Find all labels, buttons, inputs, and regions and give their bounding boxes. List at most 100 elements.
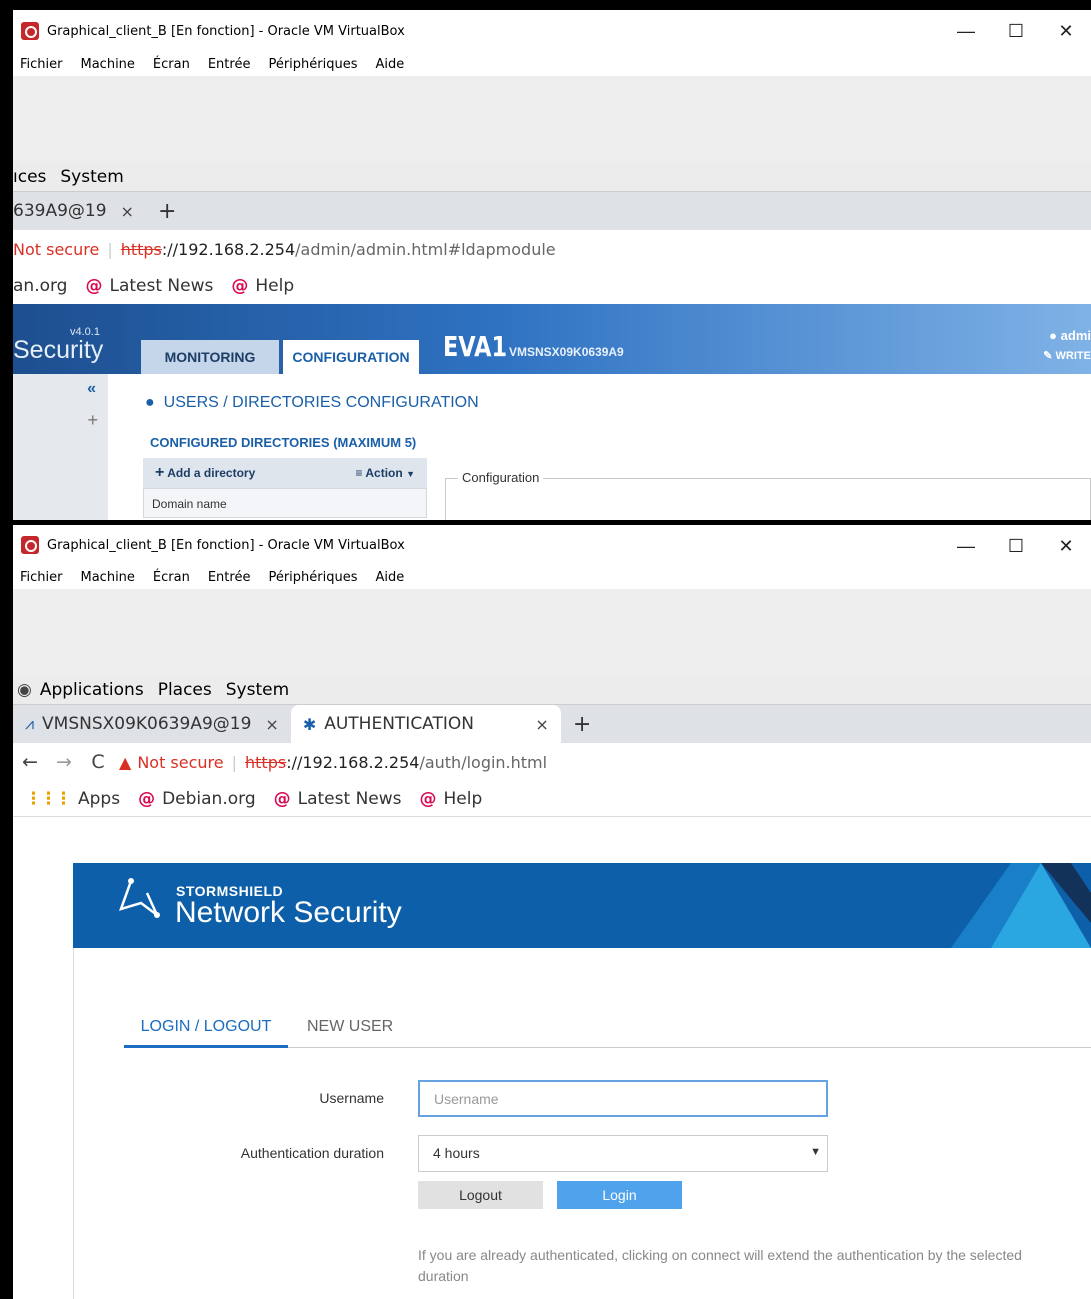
- virtualbox-icon: [21, 536, 39, 554]
- guest-display-gap: [13, 76, 1091, 162]
- window-title: Graphical_client_B [En fonction] - Oracl…: [47, 23, 405, 39]
- gnome-menu-applications[interactable]: Applications: [40, 680, 144, 700]
- tab-close-icon[interactable]: ×: [121, 202, 134, 221]
- bookmark-help[interactable]: @ Help: [231, 276, 294, 296]
- url-host: ://192.168.2.254: [286, 752, 420, 772]
- menu-machine[interactable]: Machine: [81, 57, 135, 72]
- new-tab-button[interactable]: +: [158, 199, 176, 224]
- tab-configuration[interactable]: CONFIGURATION: [283, 340, 419, 374]
- new-tab-button[interactable]: +: [573, 712, 591, 737]
- url-scheme: https: [120, 239, 162, 259]
- tab-close-icon[interactable]: ×: [535, 715, 548, 734]
- not-secure-label[interactable]: Not secure: [137, 753, 223, 772]
- sns-brand: Security: [13, 336, 104, 364]
- write-access-button[interactable]: ✎ WRITE: [1043, 349, 1091, 362]
- page-title-text: USERS / DIRECTORIES CONFIGURATION: [163, 394, 479, 411]
- url-path: /auth/login.html: [419, 752, 548, 772]
- logout-button[interactable]: Logout: [418, 1181, 543, 1209]
- bookmark-debian[interactable]: @ Debian.org: [138, 789, 256, 809]
- debian-icon: @: [231, 276, 249, 296]
- address-bar[interactable]: Not secure | https ://192.168.2.254 /adm…: [13, 230, 1091, 268]
- maximize-icon[interactable]: ☐: [991, 525, 1041, 567]
- maximize-icon[interactable]: ☐: [991, 10, 1041, 52]
- menu-fichier[interactable]: Fichier: [20, 57, 63, 72]
- duration-label: Authentication duration: [240, 1145, 384, 1161]
- expand-plus-icon[interactable]: +: [87, 410, 98, 431]
- apps-grid-icon: ⋮⋮⋮: [25, 788, 72, 809]
- collapse-icon[interactable]: «: [87, 380, 96, 398]
- edit-icon: ✎: [1043, 350, 1053, 362]
- tab-login-logout[interactable]: LOGIN / LOGOUT: [124, 1018, 288, 1048]
- forward-button[interactable]: →: [47, 751, 81, 773]
- gnome-menu-system[interactable]: System: [226, 680, 289, 700]
- menu-entree[interactable]: Entrée: [208, 57, 251, 72]
- bookmarks-bar: ⋮⋮⋮ Apps @ Debian.org @ Latest News @ Help: [13, 781, 1091, 817]
- add-directory-label: Add a directory: [167, 466, 256, 480]
- menu-aide[interactable]: Aide: [376, 570, 405, 585]
- warning-icon: ▲: [119, 752, 132, 772]
- brand-main: Network Security: [175, 896, 402, 929]
- menu-ecran[interactable]: Écran: [153, 57, 190, 72]
- caret-down-icon: ▼: [406, 469, 415, 479]
- column-header-domain[interactable]: Domain name: [143, 488, 427, 518]
- tab-monitoring[interactable]: MONITORING: [141, 340, 279, 374]
- debian-icon: @: [273, 788, 291, 809]
- url-path: /admin/admin.html#ldapmodule: [295, 239, 556, 259]
- back-button[interactable]: ←: [13, 751, 47, 773]
- menu-aide[interactable]: Aide: [376, 57, 405, 72]
- tab-new-user[interactable]: NEW USER: [307, 1018, 393, 1048]
- debian-icon: @: [85, 276, 103, 296]
- virtualbox-window-top: Graphical_client_B [En fonction] - Oracl…: [13, 10, 1091, 520]
- bookmark-latest-news[interactable]: @ Latest News: [85, 276, 213, 296]
- menu-machine[interactable]: Machine: [81, 570, 135, 585]
- minimize-icon[interactable]: —: [941, 525, 991, 567]
- menu-peripheriques[interactable]: Périphériques: [268, 57, 357, 72]
- action-label: Action: [365, 466, 403, 480]
- debian-icon: @: [419, 788, 437, 809]
- gnome-menu-places[interactable]: ıces: [13, 167, 46, 187]
- gnome-menu-system[interactable]: System: [60, 167, 123, 187]
- bookmarks-bar: an.org @ Latest News @ Help: [13, 268, 1091, 304]
- tab-title: 639A9@19: [13, 201, 107, 221]
- menu-fichier[interactable]: Fichier: [20, 570, 63, 585]
- tab-close-icon[interactable]: ×: [265, 715, 278, 734]
- menu-peripheriques[interactable]: Périphériques: [268, 570, 357, 585]
- gnome-panel: ıces System: [13, 162, 1091, 192]
- bookmark-apps[interactable]: ⋮⋮⋮ Apps: [25, 789, 120, 809]
- browser-tab-admin[interactable]: ⩘ VMSNSX09K0639A9@19 ×: [13, 705, 291, 743]
- close-icon[interactable]: ✕: [1041, 525, 1091, 567]
- tab-title: AUTHENTICATION: [324, 714, 474, 734]
- stormshield-logo-icon: [118, 878, 160, 918]
- section-subtitle: CONFIGURED DIRECTORIES (MAXIMUM 5): [150, 435, 417, 450]
- minimize-icon[interactable]: —: [941, 10, 991, 52]
- window-titlebar: Graphical_client_B [En fonction] - Oracl…: [13, 525, 1091, 565]
- bookmark-help[interactable]: @ Help: [420, 789, 483, 809]
- not-secure-label[interactable]: Not secure: [13, 240, 99, 259]
- auth-note: If you are already authenticated, clicki…: [418, 1247, 1022, 1284]
- browser-tab-authentication[interactable]: ✱ AUTHENTICATION ×: [290, 705, 561, 743]
- tab-title: VMSNSX09K0639A9@19: [42, 714, 252, 734]
- gnome-menu-places[interactable]: Places: [158, 680, 212, 700]
- reload-button[interactable]: C: [81, 751, 115, 773]
- action-menu-button[interactable]: ≡ Action ▼: [355, 466, 415, 480]
- bookmark-label: Latest News: [109, 276, 214, 296]
- bookmark-debian[interactable]: an.org: [13, 276, 67, 296]
- bookmark-latest-news[interactable]: @ Latest News: [274, 789, 402, 809]
- menu-entree[interactable]: Entrée: [208, 570, 251, 585]
- close-icon[interactable]: ✕: [1041, 10, 1091, 52]
- user-menu[interactable]: ● admi: [1049, 328, 1091, 343]
- menu-ecran[interactable]: Écran: [153, 570, 190, 585]
- username-input[interactable]: Username: [418, 1080, 828, 1117]
- browser-tab-admin[interactable]: 639A9@19 ×: [13, 192, 146, 230]
- add-directory-button[interactable]: + Add a directory: [155, 464, 255, 482]
- user-icon: ●: [145, 394, 155, 411]
- menu-icon: ≡: [355, 466, 363, 480]
- duration-select[interactable]: 4 hours ▼: [418, 1135, 828, 1172]
- virtualbox-window-bottom: Graphical_client_B [En fonction] - Oracl…: [13, 525, 1091, 1299]
- login-button[interactable]: Login: [557, 1181, 682, 1209]
- gnome-panel: ◉ Applications Places System: [13, 675, 1091, 705]
- bookmark-label: Help: [255, 276, 295, 296]
- window-title: Graphical_client_B [En fonction] - Oracl…: [47, 537, 405, 553]
- puzzle-favicon: ✱: [302, 714, 317, 734]
- vbox-menubar: Fichier Machine Écran Entrée Périphériqu…: [13, 565, 1091, 589]
